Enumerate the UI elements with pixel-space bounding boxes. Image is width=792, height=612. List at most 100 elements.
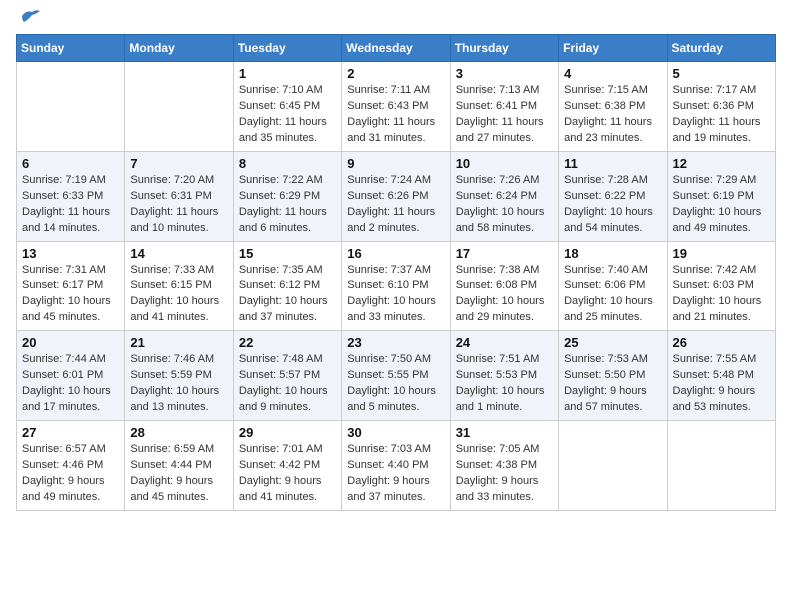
calendar-week-row: 20 Sunrise: 7:44 AM Sunset: 6:01 PM Dayli… <box>17 331 776 421</box>
calendar-cell <box>125 62 233 152</box>
weekday-header: Wednesday <box>342 35 450 62</box>
calendar-cell <box>17 62 125 152</box>
day-info: Sunrise: 6:57 AM Sunset: 4:46 PM Dayligh… <box>22 442 119 506</box>
day-number: 30 <box>347 425 444 440</box>
calendar-cell: 17 Sunrise: 7:38 AM Sunset: 6:08 PM Dayli… <box>450 241 558 331</box>
day-number: 12 <box>673 156 770 171</box>
day-number: 4 <box>564 66 661 81</box>
day-info: Sunrise: 6:59 AM Sunset: 4:44 PM Dayligh… <box>130 442 227 506</box>
day-info: Sunrise: 7:17 AM Sunset: 6:36 PM Dayligh… <box>673 83 770 147</box>
day-number: 21 <box>130 335 227 350</box>
calendar-cell: 7 Sunrise: 7:20 AM Sunset: 6:31 PM Daylig… <box>125 151 233 241</box>
day-info: Sunrise: 7:05 AM Sunset: 4:38 PM Dayligh… <box>456 442 553 506</box>
day-number: 16 <box>347 246 444 261</box>
day-info: Sunrise: 7:33 AM Sunset: 6:15 PM Dayligh… <box>130 263 227 327</box>
day-info: Sunrise: 7:51 AM Sunset: 5:53 PM Dayligh… <box>456 352 553 416</box>
calendar-cell: 2 Sunrise: 7:11 AM Sunset: 6:43 PM Daylig… <box>342 62 450 152</box>
calendar-cell: 27 Sunrise: 6:57 AM Sunset: 4:46 PM Dayli… <box>17 421 125 511</box>
day-info: Sunrise: 7:15 AM Sunset: 6:38 PM Dayligh… <box>564 83 661 147</box>
day-info: Sunrise: 7:50 AM Sunset: 5:55 PM Dayligh… <box>347 352 444 416</box>
day-number: 6 <box>22 156 119 171</box>
weekday-header: Friday <box>559 35 667 62</box>
calendar-cell: 10Sunrise: 7:26 AM Sunset: 6:24 PM Dayli… <box>450 151 558 241</box>
day-number: 17 <box>456 246 553 261</box>
day-number: 14 <box>130 246 227 261</box>
calendar-cell: 14 Sunrise: 7:33 AM Sunset: 6:15 PM Dayli… <box>125 241 233 331</box>
day-info: Sunrise: 7:40 AM Sunset: 6:06 PM Dayligh… <box>564 263 661 327</box>
calendar-header-row: SundayMondayTuesdayWednesdayThursdayFrid… <box>17 35 776 62</box>
day-number: 1 <box>239 66 336 81</box>
calendar-cell: 24Sunrise: 7:51 AM Sunset: 5:53 PM Dayli… <box>450 331 558 421</box>
day-info: Sunrise: 7:37 AM Sunset: 6:10 PM Dayligh… <box>347 263 444 327</box>
calendar-cell: 13 Sunrise: 7:31 AM Sunset: 6:17 PM Dayli… <box>17 241 125 331</box>
weekday-header: Saturday <box>667 35 775 62</box>
calendar-week-row: 27 Sunrise: 6:57 AM Sunset: 4:46 PM Dayli… <box>17 421 776 511</box>
day-number: 31 <box>456 425 553 440</box>
calendar-week-row: 13 Sunrise: 7:31 AM Sunset: 6:17 PM Dayli… <box>17 241 776 331</box>
day-info: Sunrise: 7:20 AM Sunset: 6:31 PM Dayligh… <box>130 173 227 237</box>
weekday-header: Tuesday <box>233 35 341 62</box>
day-number: 20 <box>22 335 119 350</box>
calendar-cell: 21Sunrise: 7:46 AM Sunset: 5:59 PM Dayli… <box>125 331 233 421</box>
calendar-cell: 22Sunrise: 7:48 AM Sunset: 5:57 PM Dayli… <box>233 331 341 421</box>
day-info: Sunrise: 7:22 AM Sunset: 6:29 PM Dayligh… <box>239 173 336 237</box>
header <box>16 16 776 24</box>
day-number: 28 <box>130 425 227 440</box>
day-number: 3 <box>456 66 553 81</box>
calendar-cell: 8 Sunrise: 7:22 AM Sunset: 6:29 PM Daylig… <box>233 151 341 241</box>
day-number: 11 <box>564 156 661 171</box>
calendar-week-row: 1Sunrise: 7:10 AM Sunset: 6:45 PM Daylig… <box>17 62 776 152</box>
calendar-cell <box>559 421 667 511</box>
day-number: 15 <box>239 246 336 261</box>
calendar-cell <box>667 421 775 511</box>
calendar-week-row: 6 Sunrise: 7:19 AM Sunset: 6:33 PM Daylig… <box>17 151 776 241</box>
day-info: Sunrise: 7:31 AM Sunset: 6:17 PM Dayligh… <box>22 263 119 327</box>
day-number: 27 <box>22 425 119 440</box>
calendar-cell: 3 Sunrise: 7:13 AM Sunset: 6:41 PM Daylig… <box>450 62 558 152</box>
day-info: Sunrise: 7:48 AM Sunset: 5:57 PM Dayligh… <box>239 352 336 416</box>
day-info: Sunrise: 7:53 AM Sunset: 5:50 PM Dayligh… <box>564 352 661 416</box>
day-info: Sunrise: 7:44 AM Sunset: 6:01 PM Dayligh… <box>22 352 119 416</box>
calendar-cell: 19 Sunrise: 7:42 AM Sunset: 6:03 PM Dayli… <box>667 241 775 331</box>
calendar-cell: 4 Sunrise: 7:15 AM Sunset: 6:38 PM Daylig… <box>559 62 667 152</box>
calendar-cell: 28 Sunrise: 6:59 AM Sunset: 4:44 PM Dayli… <box>125 421 233 511</box>
day-number: 2 <box>347 66 444 81</box>
day-number: 5 <box>673 66 770 81</box>
calendar-cell: 12 Sunrise: 7:29 AM Sunset: 6:19 PM Dayli… <box>667 151 775 241</box>
calendar-cell: 16 Sunrise: 7:37 AM Sunset: 6:10 PM Dayli… <box>342 241 450 331</box>
calendar-cell: 1Sunrise: 7:10 AM Sunset: 6:45 PM Daylig… <box>233 62 341 152</box>
day-info: Sunrise: 7:42 AM Sunset: 6:03 PM Dayligh… <box>673 263 770 327</box>
calendar-cell: 30Sunrise: 7:03 AM Sunset: 4:40 PM Dayli… <box>342 421 450 511</box>
calendar-cell: 18Sunrise: 7:40 AM Sunset: 6:06 PM Dayli… <box>559 241 667 331</box>
day-number: 7 <box>130 156 227 171</box>
weekday-header: Monday <box>125 35 233 62</box>
calendar-cell: 31 Sunrise: 7:05 AM Sunset: 4:38 PM Dayli… <box>450 421 558 511</box>
day-info: Sunrise: 7:19 AM Sunset: 6:33 PM Dayligh… <box>22 173 119 237</box>
weekday-header: Sunday <box>17 35 125 62</box>
weekday-header: Thursday <box>450 35 558 62</box>
logo-bird-icon <box>20 8 42 24</box>
calendar-cell: 20 Sunrise: 7:44 AM Sunset: 6:01 PM Dayli… <box>17 331 125 421</box>
day-info: Sunrise: 7:11 AM Sunset: 6:43 PM Dayligh… <box>347 83 444 147</box>
calendar-cell: 23 Sunrise: 7:50 AM Sunset: 5:55 PM Dayli… <box>342 331 450 421</box>
day-number: 13 <box>22 246 119 261</box>
calendar-cell: 29Sunrise: 7:01 AM Sunset: 4:42 PM Dayli… <box>233 421 341 511</box>
calendar-cell: 6 Sunrise: 7:19 AM Sunset: 6:33 PM Daylig… <box>17 151 125 241</box>
day-info: Sunrise: 7:38 AM Sunset: 6:08 PM Dayligh… <box>456 263 553 327</box>
day-number: 19 <box>673 246 770 261</box>
day-number: 25 <box>564 335 661 350</box>
day-info: Sunrise: 7:01 AM Sunset: 4:42 PM Dayligh… <box>239 442 336 506</box>
day-info: Sunrise: 7:13 AM Sunset: 6:41 PM Dayligh… <box>456 83 553 147</box>
logo <box>16 16 42 24</box>
calendar-cell: 26 Sunrise: 7:55 AM Sunset: 5:48 PM Dayli… <box>667 331 775 421</box>
day-info: Sunrise: 7:35 AM Sunset: 6:12 PM Dayligh… <box>239 263 336 327</box>
day-info: Sunrise: 7:24 AM Sunset: 6:26 PM Dayligh… <box>347 173 444 237</box>
day-number: 8 <box>239 156 336 171</box>
day-info: Sunrise: 7:29 AM Sunset: 6:19 PM Dayligh… <box>673 173 770 237</box>
calendar-cell: 11 Sunrise: 7:28 AM Sunset: 6:22 PM Dayli… <box>559 151 667 241</box>
day-info: Sunrise: 7:55 AM Sunset: 5:48 PM Dayligh… <box>673 352 770 416</box>
day-number: 23 <box>347 335 444 350</box>
calendar-table: SundayMondayTuesdayWednesdayThursdayFrid… <box>16 34 776 511</box>
day-number: 26 <box>673 335 770 350</box>
day-info: Sunrise: 7:28 AM Sunset: 6:22 PM Dayligh… <box>564 173 661 237</box>
